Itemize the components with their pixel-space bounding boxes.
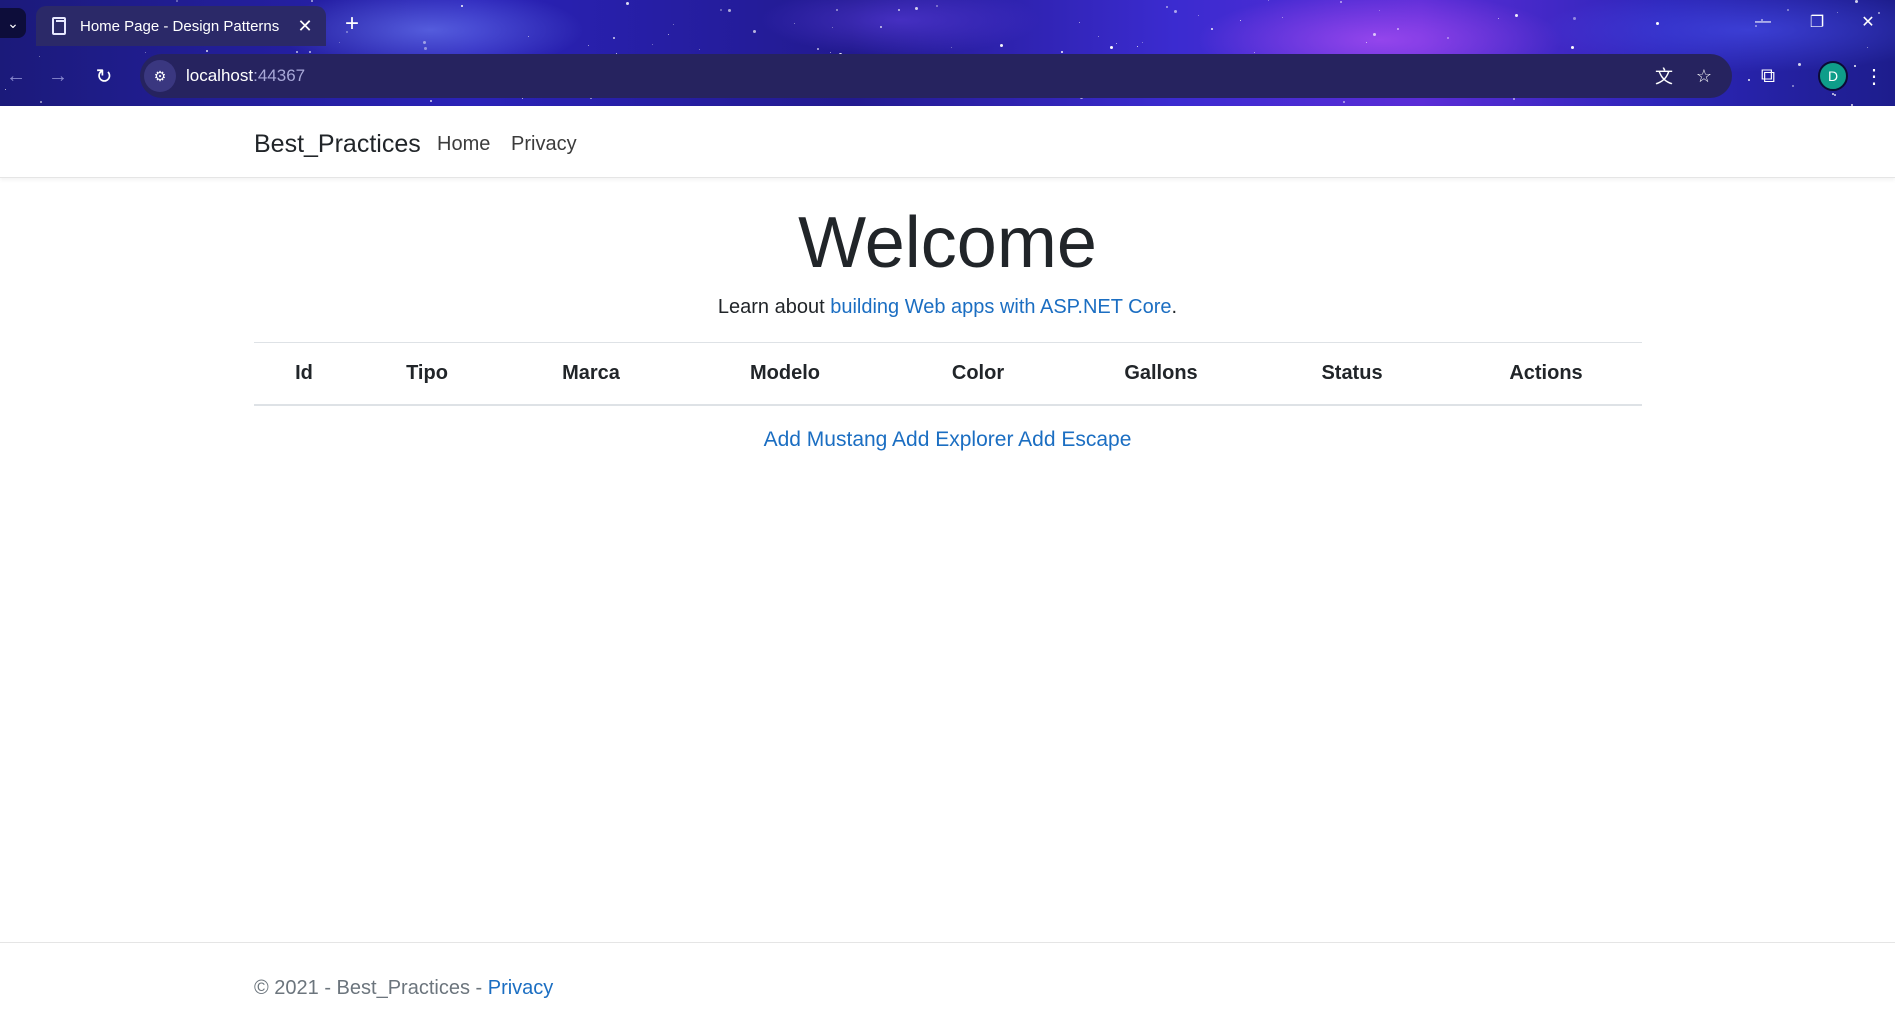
tab-title: Home Page - Design Patterns (80, 17, 280, 35)
page-icon (50, 16, 68, 36)
tab-search-button[interactable]: ⌄ (0, 8, 26, 38)
restore-icon: ❐ (1809, 14, 1825, 31)
url-host: localhost (186, 66, 254, 85)
translate-button[interactable]: 文 (1648, 60, 1680, 92)
reload-button[interactable]: ↻ (88, 60, 120, 92)
translate-icon: 文 (1655, 67, 1673, 87)
page-title: Welcome (798, 203, 1097, 283)
tab-active[interactable]: Home Page - Design Patterns ✕ (36, 6, 326, 46)
lead-suffix: . (1171, 296, 1178, 318)
tab-strip: ⌄ Home Page - Design Patterns ✕ + — ❐ ✕ (0, 0, 1895, 46)
back-button[interactable]: ← (0, 60, 32, 92)
url-port: :44367 (253, 66, 306, 85)
column-header-color: Color (888, 342, 1068, 406)
add-mustang-link[interactable]: Add Mustang (764, 428, 888, 451)
address-bar[interactable]: ⚙ localhost:44367 文 ☆ (140, 54, 1732, 98)
column-header-modelo: Modelo (682, 342, 888, 406)
column-header-status: Status (1254, 342, 1450, 406)
column-header-tipo: Tipo (354, 342, 500, 406)
add-car-links: Add Mustang Add Explorer Add Escape (0, 428, 1895, 452)
column-header-actions: Actions (1450, 342, 1642, 406)
more-vertical-icon: ⋮ (1864, 65, 1884, 88)
reload-icon: ↻ (95, 65, 113, 88)
lead-text: Learn about building Web apps with ASP.N… (0, 296, 1895, 319)
add-explorer-link[interactable]: Add Explorer (892, 428, 1013, 451)
aspnet-docs-link[interactable]: building Web apps with ASP.NET Core (830, 296, 1171, 318)
page-content: Best_Practices Home Privacy Welcome Lear… (0, 106, 1895, 1011)
bookmark-button[interactable]: ☆ (1688, 60, 1720, 92)
add-escape-link[interactable]: Add Escape (1018, 428, 1131, 451)
copyright-text: © 2021 - Best_Practices - (254, 977, 488, 999)
site-navbar: Best_Practices Home Privacy (0, 106, 1895, 178)
chevron-down-icon: ⌄ (7, 14, 19, 31)
arrow-left-icon: ← (6, 64, 26, 87)
column-header-marca: Marca (500, 342, 682, 406)
new-tab-button[interactable]: + (338, 10, 366, 38)
nav-link-privacy[interactable]: Privacy (511, 133, 577, 156)
column-header-id: Id (254, 342, 354, 406)
close-window-icon: ✕ (1861, 14, 1875, 31)
minimize-button[interactable]: — (1736, 6, 1790, 38)
avatar[interactable]: D (1818, 61, 1848, 91)
url-text: localhost:44367 (186, 66, 305, 86)
browser-chrome: ⌄ Home Page - Design Patterns ✕ + — ❐ ✕ … (0, 0, 1895, 106)
site-info-button[interactable]: ⚙ (144, 60, 176, 92)
star-icon: ☆ (1695, 65, 1713, 86)
browser-toolbar: ← → ↻ ⚙ localhost:44367 文 ☆ ⧉ D ⋮ (0, 46, 1895, 106)
plus-icon: + (344, 10, 359, 37)
extensions-button[interactable]: ⧉ (1752, 60, 1784, 92)
close-icon[interactable]: ✕ (294, 15, 316, 37)
footer-privacy-link[interactable]: Privacy (488, 977, 554, 999)
site-footer: © 2021 - Best_Practices - Privacy (0, 942, 1895, 1011)
table-header-row: Id Tipo Marca Modelo Color Gallons Statu… (254, 342, 1642, 406)
footer-text: © 2021 - Best_Practices - Privacy (254, 977, 553, 1000)
nav-link-home[interactable]: Home (437, 133, 490, 156)
cars-table: Id Tipo Marca Modelo Color Gallons Statu… (254, 342, 1642, 406)
puzzle-icon: ⧉ (1760, 64, 1776, 87)
column-header-gallons: Gallons (1068, 342, 1254, 406)
browser-menu-button[interactable]: ⋮ (1862, 60, 1886, 92)
close-window-button[interactable]: ✕ (1841, 6, 1895, 38)
brand-link[interactable]: Best_Practices (254, 130, 421, 159)
restore-button[interactable]: ❐ (1790, 6, 1844, 38)
arrow-right-icon: → (48, 64, 68, 87)
minimize-icon: — (1755, 13, 1771, 30)
forward-button[interactable]: → (42, 60, 74, 92)
tune-icon: ⚙ (153, 67, 167, 84)
lead-prefix: Learn about (717, 296, 831, 318)
